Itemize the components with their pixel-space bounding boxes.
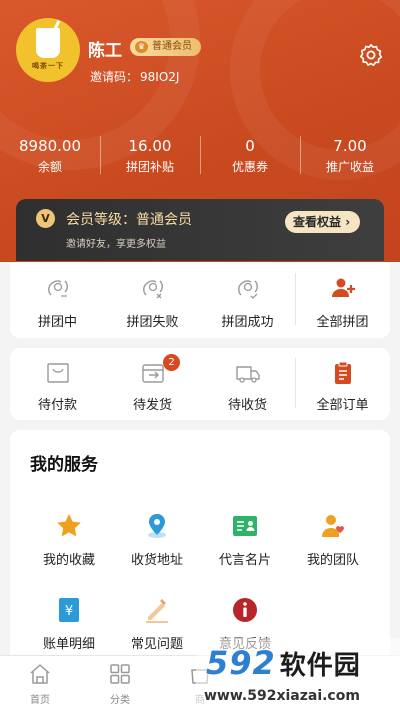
home-icon: [30, 664, 50, 684]
pending-payment-icon: [47, 363, 69, 383]
all-groups-button[interactable]: 全部拼团: [295, 263, 390, 338]
stat-value: 16.00: [128, 137, 172, 155]
stat-label: 拼团补贴: [125, 160, 174, 174]
stat-value: 0: [245, 137, 255, 155]
team-icon: [322, 515, 344, 537]
username: 陈工: [88, 41, 122, 61]
all-orders-label: 全部订单: [316, 398, 369, 413]
tab-home[interactable]: 首页: [0, 656, 80, 706]
group-success-icon: [238, 280, 258, 299]
group-in-progress-button[interactable]: 拼团中: [10, 263, 105, 338]
all-orders-icon: [335, 361, 351, 384]
watermark-url: www.592xiazai.com: [204, 688, 360, 704]
service-faq[interactable]: 常见问题: [112, 596, 202, 652]
service-label: 我的收藏: [42, 553, 95, 568]
stat-balance[interactable]: 8980.00 余额: [0, 130, 100, 180]
orders-card: 待付款 2 待发货 待收货 全部订单: [10, 348, 390, 420]
service-label: 账单明细: [42, 637, 95, 652]
service-address[interactable]: 收货地址: [112, 512, 202, 568]
stat-value: 7.00: [333, 137, 367, 155]
vip-level-text: 会员等级：普通会员: [66, 212, 192, 228]
service-bill-details[interactable]: ¥ 账单明细: [24, 596, 114, 652]
service-label: 代言名片: [218, 553, 271, 568]
divider: [295, 358, 296, 408]
group-failed-icon: [143, 280, 163, 299]
pending-receipt-button[interactable]: 待收货: [200, 348, 295, 420]
stats-row: 8980.00 余额 16.00 拼团补贴 0 优惠券 7.00 推广收益: [0, 130, 400, 180]
group-success-label: 拼团成功: [221, 315, 274, 330]
avatar[interactable]: 喝茶一下: [16, 18, 80, 82]
vip-banner: V 会员等级：普通会员 邀请好友，享更多权益 查看权益 ›: [16, 199, 384, 261]
watermark-logo-number: 592: [206, 644, 276, 682]
location-icon: [148, 514, 166, 538]
avatar-brand-text: 喝茶一下: [32, 62, 64, 70]
stat-label: 推广收益: [325, 160, 374, 174]
vip-logo-icon: V: [36, 209, 55, 228]
group-failed-button[interactable]: 拼团失败: [105, 263, 200, 338]
invite-code: 邀请码： 98IO2J: [88, 68, 179, 85]
group-success-button[interactable]: 拼团成功: [200, 263, 295, 338]
service-business-card[interactable]: 代言名片: [200, 512, 290, 568]
all-orders-button[interactable]: 全部订单: [295, 348, 390, 420]
stat-label: 优惠券: [231, 160, 268, 174]
stat-promotion-earnings[interactable]: 7.00 推广收益: [300, 130, 400, 180]
pending-shipment-button[interactable]: 2 待发货: [105, 348, 200, 420]
pending-payment-label: 待付款: [37, 398, 77, 413]
service-label: 常见问题: [130, 637, 183, 652]
service-team[interactable]: 我的团队: [288, 512, 378, 568]
service-label: 收货地址: [130, 553, 183, 568]
services-title: 我的服务: [30, 455, 98, 475]
service-favorites[interactable]: 我的收藏: [24, 512, 114, 568]
vip-subtitle: 邀请好友，享更多权益: [66, 239, 166, 250]
invite-label: 邀请码：: [90, 70, 139, 84]
profile-header: 喝茶一下 陈工 ♛ 普通会员 邀请码： 98IO2J 8980.00 余额 16.…: [0, 0, 400, 262]
site-watermark: 592 软件园 www.592xiazai.com: [196, 638, 400, 711]
group-in-progress-label: 拼团中: [37, 315, 77, 330]
group-buy-card: 拼团中 拼团失败 拼团成功 全部拼团: [10, 263, 390, 338]
star-icon: [57, 514, 81, 537]
service-label: 我的团队: [306, 553, 359, 568]
svg-text:¥: ¥: [65, 604, 73, 619]
divider: [295, 273, 296, 325]
stat-group-subsidy[interactable]: 16.00 拼团补贴: [100, 130, 200, 180]
pending-shipment-icon: [142, 364, 164, 383]
group-failed-label: 拼团失败: [126, 315, 179, 330]
edit-icon: [146, 599, 168, 623]
watermark-logo-text: 软件园: [279, 651, 361, 681]
stat-coupons[interactable]: 0 优惠券: [200, 130, 300, 180]
gear-icon[interactable]: [358, 42, 384, 68]
view-benefits-label: 查看权益: [293, 215, 342, 229]
pending-receipt-icon: [236, 366, 260, 383]
crown-icon: ♛: [135, 41, 148, 53]
group-in-progress-icon: [48, 280, 68, 297]
business-card-icon: [233, 516, 257, 536]
member-level-badge: ♛ 普通会员: [130, 38, 201, 56]
stat-value: 8980.00: [18, 137, 82, 155]
stat-label: 余额: [37, 160, 62, 174]
member-level-text: 普通会员: [152, 41, 192, 52]
shipment-count-badge: 2: [163, 354, 180, 371]
pending-payment-button[interactable]: 待付款: [10, 348, 105, 420]
feedback-icon: [233, 598, 257, 622]
bill-icon: ¥: [59, 598, 79, 622]
tab-label: 首页: [30, 695, 50, 706]
watermark-logo: 592 软件园: [206, 644, 361, 682]
pending-shipment-label: 待发货: [132, 398, 172, 413]
view-benefits-button[interactable]: 查看权益 ›: [285, 211, 360, 233]
tab-category[interactable]: 分类: [80, 656, 160, 706]
category-icon: [110, 664, 130, 684]
tab-label: 分类: [110, 695, 130, 706]
all-groups-icon: [332, 278, 355, 297]
invite-code-value[interactable]: 98IO2J: [140, 70, 179, 84]
all-groups-label: 全部拼团: [316, 315, 369, 330]
chevron-right-icon: ›: [345, 215, 351, 229]
pending-receipt-label: 待收货: [227, 398, 267, 413]
